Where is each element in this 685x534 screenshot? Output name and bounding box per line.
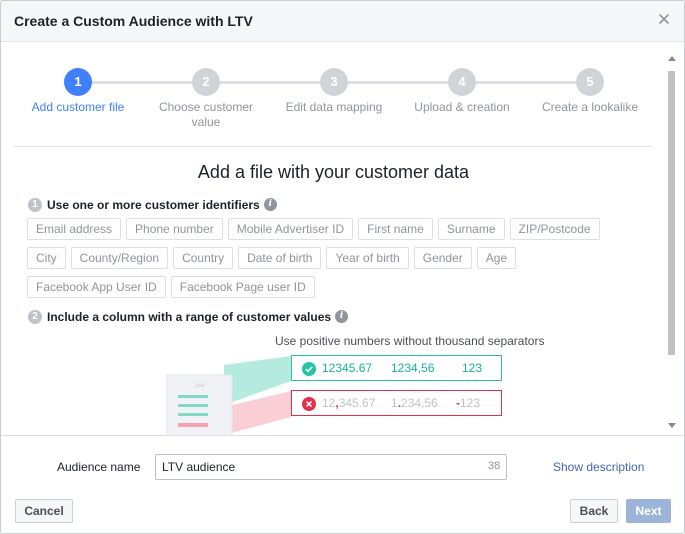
show-description-link[interactable]: Show description [553, 460, 644, 474]
step-connector [219, 81, 320, 84]
character-count: 38 [488, 460, 501, 472]
step-5-label[interactable]: Create a lookalike [525, 100, 655, 115]
identifier-tag: City [27, 247, 66, 269]
dialog-header: Create a Custom Audience with LTV [1, 1, 684, 42]
invalid-value: 12,345.67 [322, 396, 376, 410]
identifier-tag: Gender [413, 247, 472, 269]
step-1-label[interactable]: Add customer file [13, 100, 143, 115]
identifier-tag: First name [358, 218, 433, 240]
step-1-circle[interactable]: 1 [64, 68, 92, 96]
step-connector [92, 81, 192, 84]
section-2-label: Include a column with a range of custome… [47, 309, 332, 324]
info-icon[interactable]: i [263, 198, 277, 212]
valid-value: 123 [462, 361, 483, 375]
section-2-heading: 2 Include a column with a range of custom… [28, 309, 349, 324]
info-icon[interactable]: i [335, 310, 349, 324]
identifier-tag: Email address [27, 218, 122, 240]
dialog-footer: Audience name 38 Show description Cancel… [1, 435, 684, 533]
valid-value: 12345.67 [322, 361, 373, 375]
invalid-values-example: 12,345.67 1.234,56 -123 [291, 390, 502, 416]
identifier-tag: Surname [437, 218, 505, 240]
identifier-tags: Email address Phone number Mobile Advertis… [27, 218, 637, 305]
error-icon [302, 397, 316, 411]
section-1-label: Use one or more customer identifiers [47, 197, 260, 212]
identifier-tag: Age [476, 247, 517, 269]
valid-values-example: 12345.67 1234,56 123 [291, 355, 502, 381]
section-1-heading: 1 Use one or more customer identifiers i [28, 197, 277, 212]
identifier-tag: Facebook Page user ID [170, 276, 315, 298]
scroll-up-arrow[interactable] [668, 56, 676, 61]
scrollbar-thumb[interactable] [668, 71, 675, 355]
identifier-tag: Mobile Advertiser ID [227, 218, 354, 240]
invalid-value: -123 [456, 396, 481, 410]
identifier-tag: Country [173, 247, 234, 269]
scroll-down-arrow[interactable] [668, 423, 676, 428]
identifier-tag: Phone number [126, 218, 223, 240]
cancel-button[interactable]: Cancel [15, 499, 73, 523]
identifier-tag: County/Region [70, 247, 169, 269]
tag-row: Facebook App User ID Facebook Page user I… [27, 276, 637, 305]
step-4-circle[interactable]: 4 [448, 68, 476, 96]
identifier-tag: ZIP/Postcode [509, 218, 600, 240]
step-3-circle[interactable]: 3 [320, 68, 348, 96]
identifier-tag: Date of birth [238, 247, 322, 269]
scrollbar[interactable] [666, 51, 678, 433]
dialog-title: Create a Custom Audience with LTV [14, 13, 253, 29]
step-connector [347, 81, 448, 84]
step-2-circle[interactable]: 2 [192, 68, 220, 96]
step-4-label[interactable]: Upload & creation [397, 100, 527, 115]
dialog-body: 1 2 3 4 5 Add customer file Choose custo… [1, 43, 684, 435]
step-number-badge: 2 [28, 309, 42, 324]
close-icon[interactable] [656, 11, 672, 27]
step-3-label[interactable]: Edit data mapping [269, 100, 399, 115]
step-number-badge: 1 [28, 197, 42, 212]
check-icon [302, 362, 316, 376]
tag-row: City County/Region Country Date of birth Yea… [27, 247, 637, 276]
values-hint: Use positive numbers without thousand se… [275, 334, 545, 348]
identifier-tag: Facebook App User ID [27, 276, 166, 298]
step-connector [475, 81, 576, 84]
audience-name-label: Audience name [57, 460, 141, 474]
step-2-label[interactable]: Choose customer value [141, 100, 271, 130]
audience-name-input[interactable] [155, 454, 507, 480]
back-button[interactable]: Back [570, 499, 618, 523]
invalid-value: 1.234,56 [391, 396, 438, 410]
tag-row: Email address Phone number Mobile Advertis… [27, 218, 637, 247]
csv-label: .csv [194, 383, 205, 389]
section-title: Add a file with your customer data [197, 162, 470, 182]
step-5-circle[interactable]: 5 [576, 68, 604, 96]
identifier-tag: Year of birth [326, 247, 409, 269]
valid-value: 1234,56 [391, 361, 435, 375]
custom-audience-dialog: Create a Custom Audience with LTV 1 2 3 … [0, 0, 685, 534]
next-button[interactable]: Next [626, 499, 671, 523]
divider [14, 146, 652, 147]
